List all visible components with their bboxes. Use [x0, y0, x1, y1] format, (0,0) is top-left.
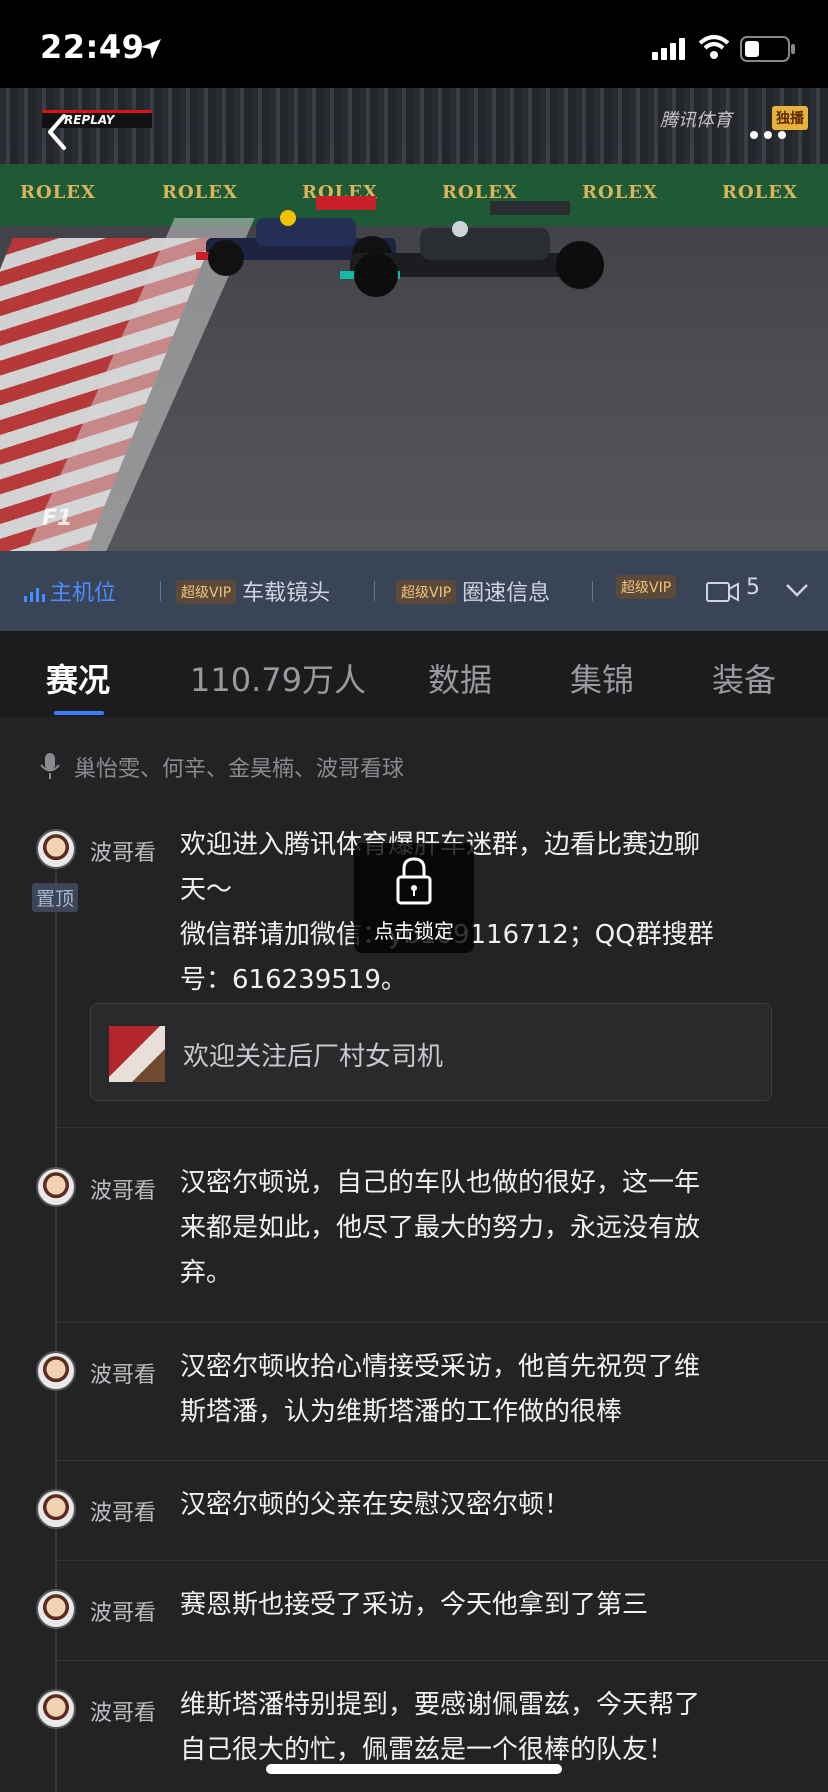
post-author[interactable]: 波哥看: [90, 835, 156, 867]
home-indicator[interactable]: [266, 1764, 562, 1774]
vip-badge: 超级VIP: [616, 575, 677, 599]
avatar[interactable]: [36, 1589, 76, 1629]
avatar[interactable]: [36, 829, 76, 869]
wifi-icon: [698, 35, 730, 59]
post-author[interactable]: 波哥看: [90, 1495, 156, 1527]
avatar[interactable]: [36, 1167, 76, 1207]
camera-count: 5: [746, 575, 760, 600]
post-text: 欢迎进入腾讯体育爆肝车迷群，边看比赛边聊 天～ 微信群请加微信：yb109116…: [180, 823, 780, 1003]
camera-extra[interactable]: 超级VIP: [616, 575, 682, 601]
pinned-badge: 置顶: [32, 883, 79, 912]
tab-gear[interactable]: 装备: [712, 655, 776, 701]
lock-label: 点击锁定: [374, 919, 454, 943]
vip-badge: 超级VIP: [176, 580, 237, 604]
lock-icon: [396, 857, 432, 905]
tab-active-indicator: [54, 711, 104, 715]
camera-main-label: 主机位: [50, 581, 117, 606]
cellular-signal-icon: [652, 38, 685, 60]
more-icon[interactable]: [748, 128, 788, 142]
camera-laptime[interactable]: 超级VIP 圈速信息: [396, 575, 550, 607]
tab-viewers[interactable]: 110.79万人: [190, 655, 366, 701]
camera-main[interactable]: 主机位: [24, 575, 116, 607]
brand-watermark: 腾讯体育: [660, 110, 732, 131]
post-author[interactable]: 波哥看: [90, 1357, 156, 1389]
sponsor-logo: ROLEX: [20, 182, 96, 203]
avatar[interactable]: [36, 1489, 76, 1529]
post-text: 汉密尔顿说，自己的车队也做的很好，这一年 来都是如此，他尽了最大的努力，永远没有…: [180, 1161, 780, 1296]
post-text-line: 维斯塔潘特别提到，要感谢佩雷兹，今天帮了: [180, 1690, 701, 1720]
divider: [592, 581, 593, 601]
camera-onboard[interactable]: 超级VIP 车载镜头: [176, 575, 330, 607]
battery-icon: [740, 36, 795, 62]
post-author[interactable]: 波哥看: [90, 1695, 156, 1727]
divider: [56, 1660, 828, 1661]
post-text-line: 斯塔潘，认为维斯塔潘的工作做的很棒: [180, 1397, 623, 1427]
exclusive-badge: 独播: [772, 106, 808, 130]
post-text-line: 汉密尔顿的父亲在安慰汉密尔顿！: [180, 1490, 571, 1520]
microphone-icon: [40, 753, 60, 779]
commentators: 巢怡雯、何辛、金昊楠、波哥看球: [40, 751, 404, 783]
tab-highlights[interactable]: 集锦: [570, 655, 634, 701]
post-text-line: 汉密尔顿收拾心情接受采访，他首先祝贺了维: [180, 1352, 701, 1382]
tab-live[interactable]: 赛况: [46, 655, 110, 701]
post-text: 维斯塔潘特别提到，要感谢佩雷兹，今天帮了 自己很大的忙，佩雷兹是一个很棒的队友！: [180, 1683, 780, 1773]
post-text-line: 微信群请加微信：yb109116712；QQ群搜群: [180, 913, 780, 958]
back-icon[interactable]: [40, 110, 76, 154]
post-text: 汉密尔顿收拾心情接受采访，他首先祝贺了维 斯塔潘，认为维斯塔潘的工作做的很棒: [180, 1345, 780, 1435]
location-arrow-icon: [141, 39, 161, 59]
post-text-line: 天～: [180, 875, 233, 905]
post-text-line: 汉密尔顿说，自己的车队也做的很好，这一年: [180, 1168, 701, 1198]
post-text-line: 赛恩斯也接受了采访，今天他拿到了第三: [180, 1590, 649, 1620]
link-card[interactable]: 欢迎关注后厂村女司机: [90, 1003, 772, 1101]
post-author[interactable]: 波哥看: [90, 1173, 156, 1205]
tab-stats[interactable]: 数据: [428, 655, 492, 701]
commentator-names: 巢怡雯、何辛、金昊楠、波哥看球: [74, 757, 405, 782]
f1-logo: F1: [42, 506, 73, 531]
status-bar: 22:49: [0, 0, 828, 88]
vip-badge: 超级VIP: [396, 580, 457, 604]
status-time: 22:49: [40, 28, 145, 66]
sponsor-logo: ROLEX: [722, 182, 798, 203]
divider: [56, 1322, 828, 1323]
post-text-line: 来都是如此，他尽了最大的努力，永远没有放: [180, 1213, 701, 1243]
post-text: 汉密尔顿的父亲在安慰汉密尔顿！: [180, 1483, 780, 1528]
camera-laptime-label: 圈速信息: [462, 581, 551, 606]
post-text-line: 号：616239519。: [180, 965, 407, 995]
post-text-line: 弃。: [180, 1258, 233, 1288]
video-camera-icon[interactable]: [706, 581, 740, 603]
avatar[interactable]: [36, 1351, 76, 1391]
card-title: 欢迎关注后厂村女司机: [183, 1042, 444, 1072]
camera-onboard-label: 车载镜头: [242, 581, 331, 606]
video-player[interactable]: ROLEX ROLEX ROLEX ROLEX ROLEX ROLEX REPL…: [0, 88, 828, 551]
camera-bar: 主机位 超级VIP 车载镜头 超级VIP 圈速信息 超级VIP 5: [0, 551, 828, 631]
avatar[interactable]: [36, 1689, 76, 1729]
race-car-mercedes: [340, 201, 604, 297]
divider: [374, 581, 375, 601]
timeline-line: [55, 837, 57, 1792]
card-thumbnail: [109, 1026, 165, 1082]
live-bars-icon: [24, 588, 45, 602]
divider: [56, 1127, 828, 1128]
post-text: 赛恩斯也接受了采访，今天他拿到了第三: [180, 1583, 780, 1628]
tab-bar: 赛况 110.79万人 数据 集锦 装备: [0, 631, 828, 717]
divider: [56, 1460, 828, 1461]
chevron-down-icon[interactable]: [784, 581, 810, 599]
divider: [160, 581, 161, 601]
divider: [56, 1560, 828, 1561]
post-author[interactable]: 波哥看: [90, 1595, 156, 1627]
post-text-line: 欢迎进入腾讯体育爆肝车迷群，边看比赛边聊: [180, 823, 780, 868]
lock-screen-button[interactable]: 点击锁定: [354, 843, 474, 953]
